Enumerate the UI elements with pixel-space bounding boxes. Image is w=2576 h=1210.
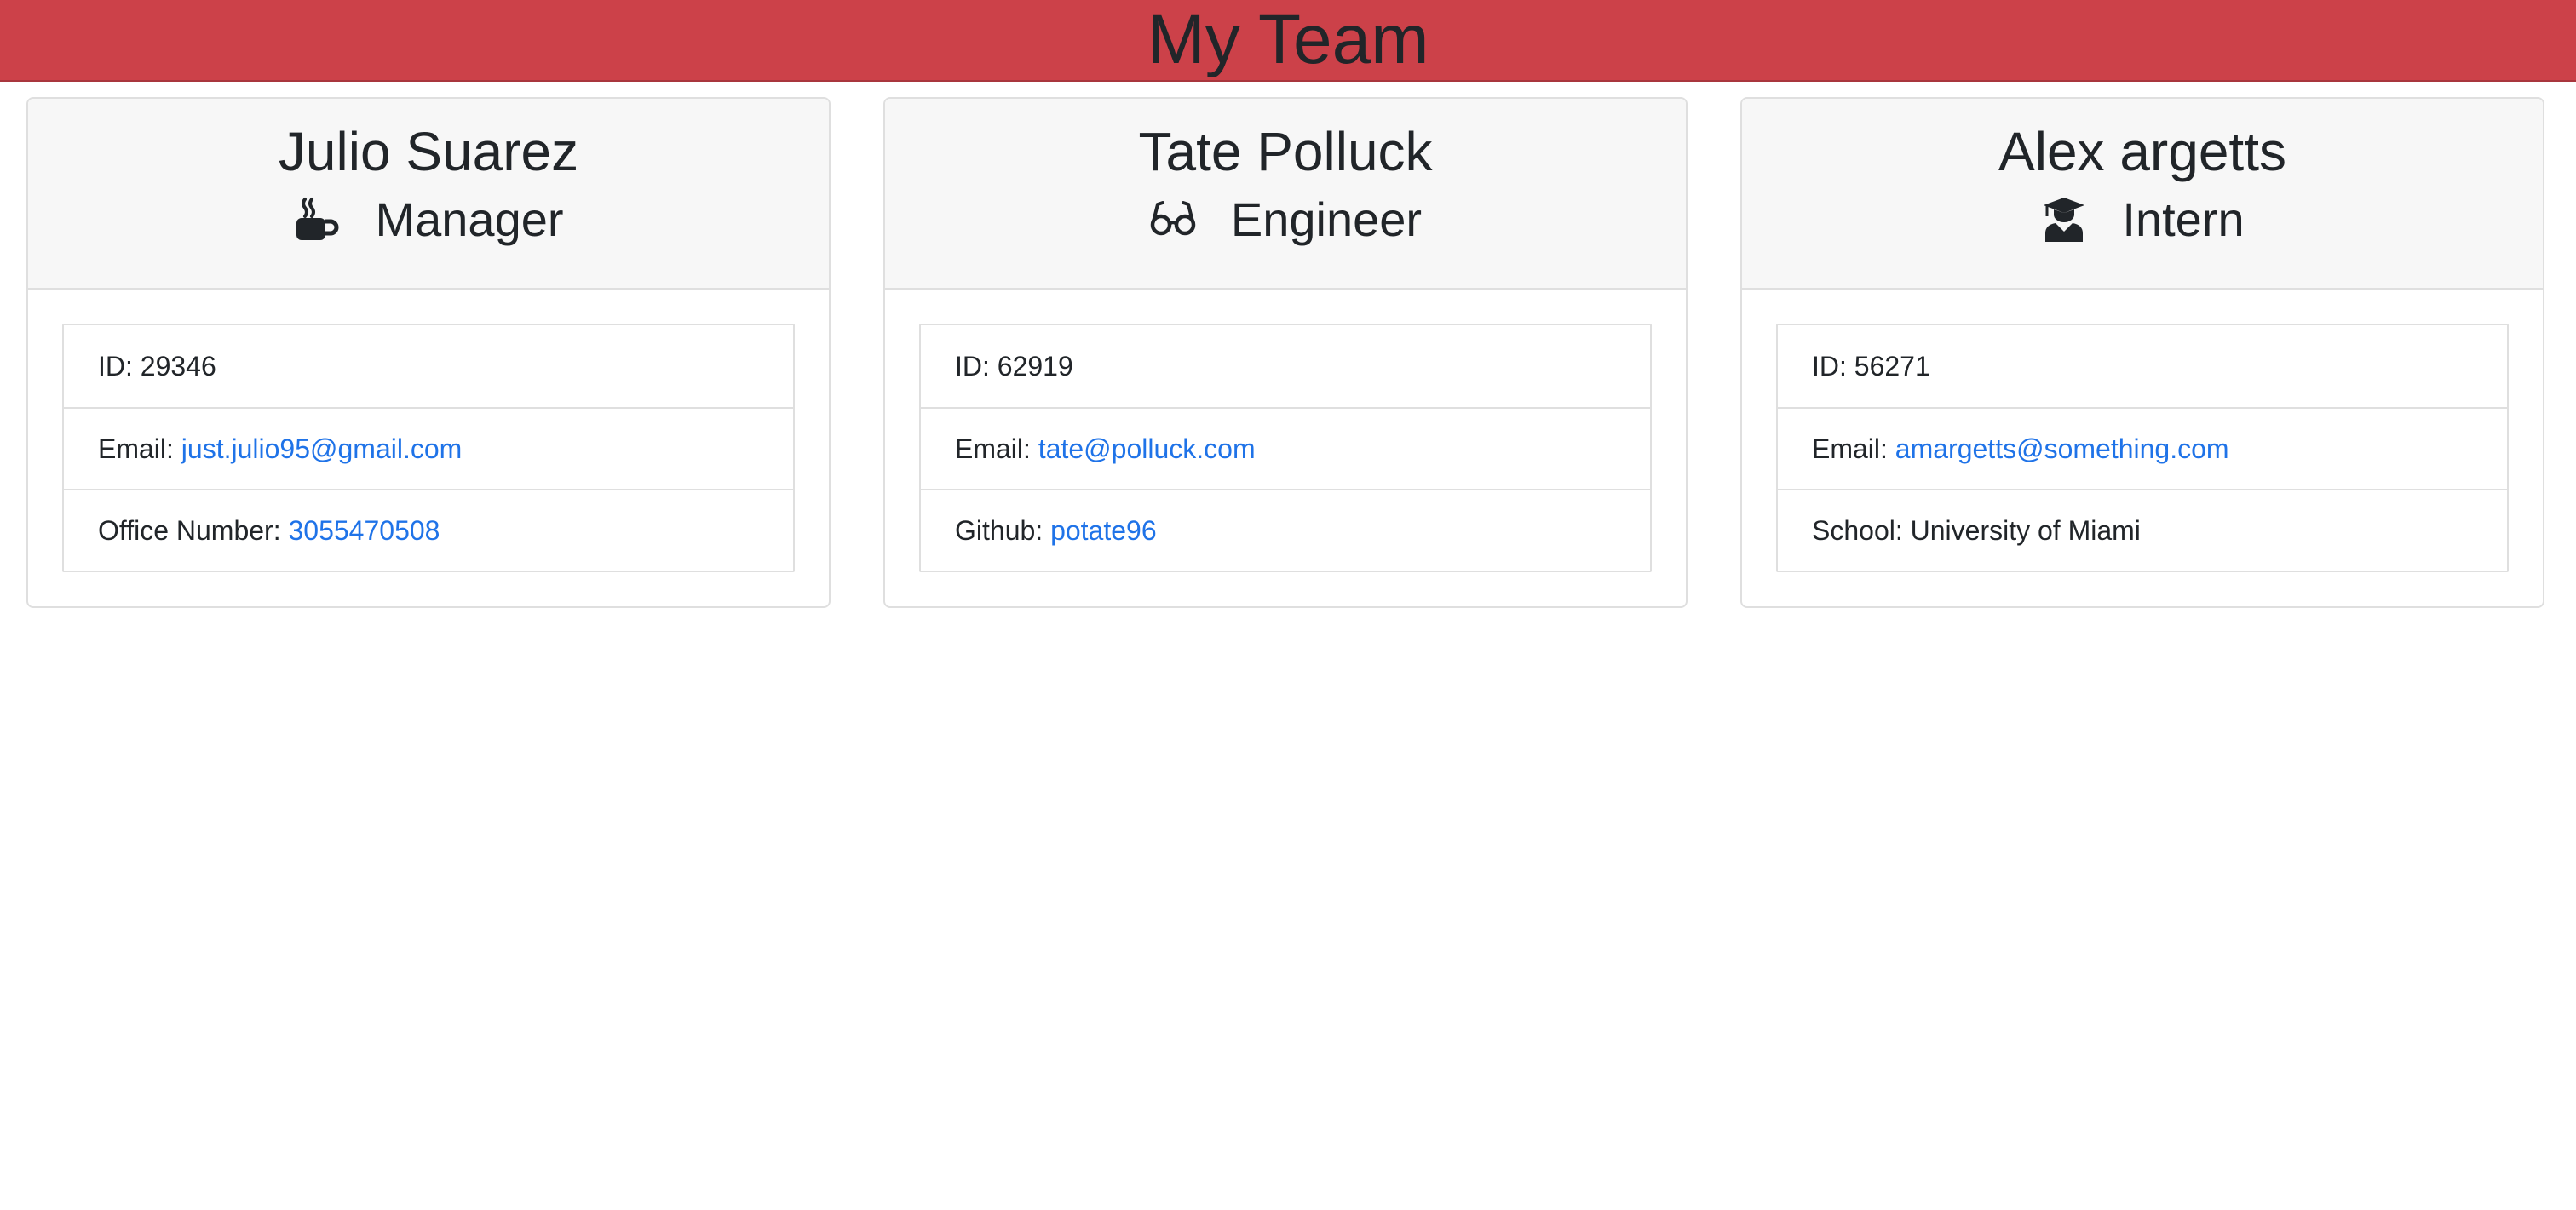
coffee-mug-icon (293, 196, 341, 244)
employee-name: Julio Suarez (278, 121, 579, 182)
email-label: Email: (955, 433, 1031, 464)
glasses-icon (1149, 196, 1197, 244)
email-label: Email: (1812, 433, 1888, 464)
email-row: Email: tate@polluck.com (921, 407, 1650, 489)
email-link[interactable]: just.julio95@gmail.com (181, 433, 463, 465)
role-row: Intern (2040, 189, 2245, 250)
office-number-link[interactable]: 3055470508 (288, 515, 440, 547)
id-label: ID: (955, 350, 990, 381)
employee-card-engineer: Tate Polluck Engineer ID: 62919 Email: t… (883, 97, 1688, 608)
school-row: School: University of Miami (1778, 489, 2507, 571)
page-header: My Team (0, 0, 2576, 82)
id-label: ID: (1812, 350, 1847, 381)
email-link[interactable]: tate@polluck.com (1038, 433, 1256, 465)
team-cards: Julio Suarez Manager ID: 29346 Email: ju… (0, 82, 2576, 608)
card-header: Julio Suarez Manager (28, 99, 829, 290)
id-row: ID: 56271 (1778, 325, 2507, 407)
card-body: ID: 29346 Email: just.julio95@gmail.com … (28, 290, 829, 606)
role-row: Engineer (1149, 189, 1422, 250)
office-number-row: Office Number: 3055470508 (64, 489, 793, 571)
employee-role: Intern (2122, 192, 2245, 246)
card-header: Tate Polluck Engineer (885, 99, 1686, 290)
role-row: Manager (293, 189, 564, 250)
employee-name: Alex argetts (1998, 121, 2286, 182)
email-link[interactable]: amargetts@something.com (1895, 433, 2229, 465)
office-number-label: Office Number: (98, 514, 281, 546)
card-header: Alex argetts Intern (1742, 99, 2543, 290)
info-list: ID: 29346 Email: just.julio95@gmail.com … (62, 324, 795, 572)
id-value: 29346 (140, 350, 216, 381)
email-row: Email: amargetts@something.com (1778, 407, 2507, 489)
github-row: Github: potate96 (921, 489, 1650, 571)
page-title: My Team (1147, 1, 1429, 78)
id-row: ID: 62919 (921, 325, 1650, 407)
employee-card-intern: Alex argetts Intern ID: 56271 Email: ama… (1740, 97, 2544, 608)
info-list: ID: 62919 Email: tate@polluck.com Github… (919, 324, 1652, 572)
graduate-icon (2040, 196, 2088, 244)
employee-card-manager: Julio Suarez Manager ID: 29346 Email: ju… (26, 97, 831, 608)
id-value: 62919 (997, 350, 1073, 381)
email-label: Email: (98, 433, 174, 464)
card-body: ID: 62919 Email: tate@polluck.com Github… (885, 290, 1686, 606)
card-body: ID: 56271 Email: amargetts@something.com… (1742, 290, 2543, 606)
employee-role: Manager (375, 192, 564, 246)
id-row: ID: 29346 (64, 325, 793, 407)
school-value: University of Miami (1910, 514, 2141, 546)
school-label: School: (1812, 514, 1903, 546)
github-label: Github: (955, 514, 1044, 546)
github-link[interactable]: potate96 (1050, 515, 1157, 547)
email-row: Email: just.julio95@gmail.com (64, 407, 793, 489)
id-value: 56271 (1854, 350, 1930, 381)
employee-name: Tate Polluck (1138, 121, 1433, 182)
id-label: ID: (98, 350, 133, 381)
info-list: ID: 56271 Email: amargetts@something.com… (1776, 324, 2509, 572)
employee-role: Engineer (1230, 192, 1423, 246)
